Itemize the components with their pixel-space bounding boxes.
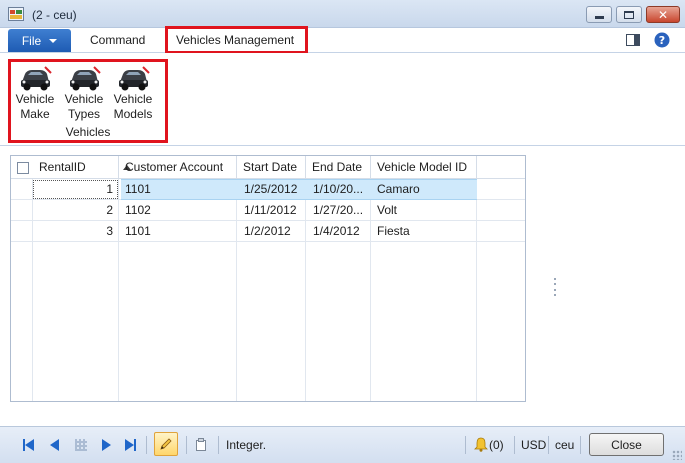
rentals-grid[interactable]: RentalID Customer Account Start Date End… [10,155,526,402]
divider [580,436,581,454]
car-icon [21,66,52,91]
svg-text:?: ? [659,34,665,47]
table-row[interactable]: 1 1101 1/25/2012 1/10/20... Camaro [11,179,525,200]
divider [548,436,549,454]
arrow-right-icon [124,439,134,451]
currency-indicator[interactable]: USD [521,438,546,452]
cell-customer-account[interactable]: 1101 [125,179,235,200]
column-header-customer-account[interactable]: Customer Account [119,156,237,179]
divider [218,436,219,454]
cell-vehicle-model-id[interactable]: Camaro [377,179,475,200]
grip-dot [554,293,556,296]
cell-end-date[interactable]: 1/27/20... [313,200,369,221]
cell-rental-id[interactable]: 2 [33,200,119,221]
cell-vehicle-model-id[interactable]: Fiesta [377,221,475,242]
arrow-left-icon [49,439,59,451]
cell-customer-account[interactable]: 1101 [125,221,235,242]
notification-count[interactable]: (0) [489,438,504,452]
next-record-button[interactable] [98,437,114,453]
table-row[interactable]: 2 1102 1/11/2012 1/27/20... Volt [11,200,525,221]
vehicle-models-button[interactable]: Vehicle Models [110,64,156,122]
edit-mode-button[interactable] [154,432,178,456]
grip-dot [554,278,556,280]
vehicle-types-button[interactable]: Vehicle Types [61,64,107,122]
window-layout-icon[interactable] [625,32,641,48]
attachment-icon[interactable] [195,437,208,452]
car-icon [119,66,150,91]
arrow-right-icon [101,439,111,451]
pane-splitter-handle[interactable] [554,278,556,296]
grid-icon [75,439,87,451]
grid-header: RentalID Customer Account Start Date End… [11,156,525,179]
bell-icon[interactable] [474,437,488,452]
column-header-rentalid[interactable]: RentalID [33,156,131,179]
minimize-button[interactable] [586,6,612,23]
cell-rental-id[interactable]: 1 [33,179,119,200]
cell-end-date[interactable]: 1/10/20... [313,179,369,200]
status-message: Integer. [226,438,267,452]
window-title: (2 - ceu) [32,8,77,22]
column-header-vehicle-model-id[interactable]: Vehicle Model ID [371,156,477,179]
cell-start-date[interactable]: 1/2/2012 [244,221,304,242]
cell-end-date[interactable]: 1/4/2012 [313,221,369,242]
cell-customer-account[interactable]: 1102 [125,200,235,221]
vehicle-models-label: Vehicle Models [113,92,153,121]
previous-record-button[interactable] [46,437,62,453]
last-record-button[interactable] [122,437,138,453]
chevron-down-icon [49,38,58,43]
resize-grip[interactable] [672,450,682,460]
file-menu-button[interactable]: File [8,29,71,52]
grip-dot [554,288,556,291]
cell-vehicle-model-id[interactable]: Volt [377,200,475,221]
cell-start-date[interactable]: 1/25/2012 [244,179,304,200]
column-header-start-date[interactable]: Start Date [237,156,306,179]
divider [465,436,466,454]
title-bar: (2 - ceu) ✕ [0,0,685,28]
car-icon [70,66,101,91]
record-list-button[interactable] [73,437,89,453]
cell-start-date[interactable]: 1/11/2012 [244,200,304,221]
divider [146,436,147,454]
divider [186,436,187,454]
column-header-label: RentalID [39,160,86,174]
divider [514,436,515,454]
pencil-icon [160,438,172,450]
vehicle-make-label: Vehicle Make [15,92,55,121]
vehicle-make-button[interactable]: Vehicle Make [12,64,58,122]
file-menu-label: File [21,33,42,48]
active-tab-highlight [165,26,308,54]
cell-rental-id[interactable]: 3 [33,221,119,242]
close-icon: ✕ [657,7,669,22]
help-icon[interactable]: ? [654,32,670,48]
arrow-left-icon [24,439,34,451]
maximize-button[interactable] [616,6,642,23]
menu-bar: File Command Vehicles Management ? [0,28,685,53]
maximize-icon [624,10,634,19]
grip-dot [554,283,556,286]
company-indicator[interactable]: ceu [555,438,574,452]
cell-value: 1 [106,179,113,200]
ribbon-group-label: Vehicles [65,125,111,139]
last-record-icon [133,439,136,451]
column-header-end-date[interactable]: End Date [306,156,371,179]
vehicle-types-label: Vehicle Types [64,92,104,121]
status-bar: Integer. (0) USD ceu Close [0,426,685,463]
tab-command[interactable]: Command [90,33,145,47]
app-icon [8,7,24,21]
close-window-button[interactable]: ✕ [646,6,680,23]
select-all-checkbox[interactable] [17,162,29,174]
minimize-icon [594,16,604,19]
close-button[interactable]: Close [589,433,664,456]
table-row[interactable]: 3 1101 1/2/2012 1/4/2012 Fiesta [11,221,525,242]
first-record-button[interactable] [20,437,36,453]
